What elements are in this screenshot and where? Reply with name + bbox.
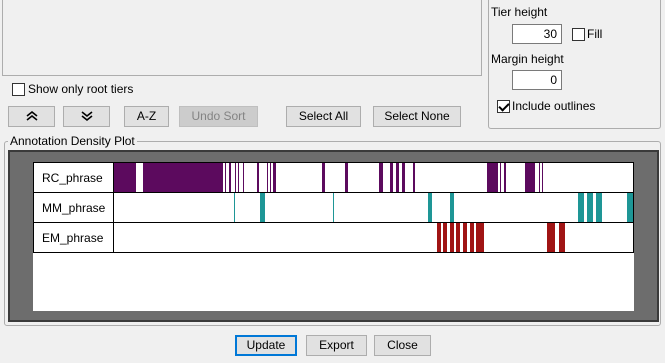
annotation-density-plot: RC_phrase MM_phrase EM_phrase (33, 162, 634, 253)
annotation-segment (578, 193, 584, 222)
margin-height-label: Margin height (491, 52, 564, 66)
annotation-segment (333, 193, 334, 222)
annotation-segment (143, 163, 223, 192)
annotation-segment (463, 223, 467, 252)
undo-sort-button[interactable]: Undo Sort (179, 106, 258, 127)
include-outlines-label: Include outlines (512, 99, 596, 113)
annotation-segment (547, 223, 555, 252)
annotation-segment (243, 163, 244, 192)
annotation-segment (402, 163, 405, 192)
annotation-segment (235, 163, 236, 192)
annotation-density-plot-title: Annotation Density Plot (8, 134, 137, 148)
annotation-segment (379, 163, 383, 192)
tier-label: EM_phrase (42, 231, 104, 245)
annotation-segment (504, 163, 506, 192)
move-up-button[interactable] (8, 106, 55, 127)
tier-label: MM_phrase (42, 201, 106, 215)
annotation-segment (270, 163, 271, 192)
annotation-segment (257, 163, 259, 192)
annotation-segment (225, 163, 226, 192)
tier-height-field[interactable]: 30 (512, 24, 562, 44)
annotation-segment (273, 163, 276, 192)
close-button[interactable]: Close (374, 335, 431, 356)
annotation-segment (456, 223, 460, 252)
fill-label: Fill (587, 27, 603, 41)
tier-list-panel[interactable] (2, 0, 482, 76)
double-chevron-up-icon (26, 110, 37, 121)
annotation-segment (428, 193, 432, 222)
annotation-segment (238, 163, 239, 192)
annotation-segment (322, 163, 325, 192)
annotation-segment (476, 223, 484, 252)
annotation-segment (559, 223, 565, 252)
annotation-segment (234, 193, 235, 222)
annotation-segment (487, 163, 498, 192)
move-down-button[interactable] (63, 106, 110, 127)
annotation-segment (267, 163, 268, 192)
fill-checkbox[interactable] (572, 28, 585, 41)
annotation-segment (345, 163, 348, 192)
annotation-segment (260, 193, 265, 222)
annotation-segment (113, 163, 136, 192)
tier-height-label: Tier height (491, 5, 548, 19)
annotation-segment (450, 193, 454, 222)
annotation-segment (229, 163, 231, 192)
annotation-segment (437, 223, 441, 252)
annotation-segment (443, 223, 447, 252)
show-only-root-tiers-label: Show only root tiers (28, 82, 134, 96)
annotation-segment (539, 163, 540, 192)
update-button[interactable]: Update (235, 335, 297, 356)
double-chevron-down-icon (81, 111, 92, 122)
margin-height-field[interactable]: 0 (512, 70, 562, 90)
sort-az-button[interactable]: A-Z (124, 106, 169, 127)
show-only-root-tiers-checkbox[interactable] (12, 83, 25, 96)
annotation-segment (627, 193, 633, 222)
annotation-segment (596, 193, 602, 222)
annotation-segment (390, 163, 393, 192)
annotation-segment (587, 193, 593, 222)
select-all-button[interactable]: Select All (286, 106, 361, 127)
annotation-segment (413, 163, 415, 192)
annotation-segment (500, 163, 501, 192)
annotation-segment (525, 163, 535, 192)
include-outlines-checkbox[interactable] (497, 100, 510, 113)
annotation-segment (450, 223, 454, 252)
tier-label: RC_phrase (42, 171, 103, 185)
annotation-segment (470, 223, 474, 252)
annotation-segment (542, 163, 543, 192)
annotation-segment (396, 163, 399, 192)
export-button[interactable]: Export (306, 335, 367, 356)
select-none-button[interactable]: Select None (373, 106, 461, 127)
